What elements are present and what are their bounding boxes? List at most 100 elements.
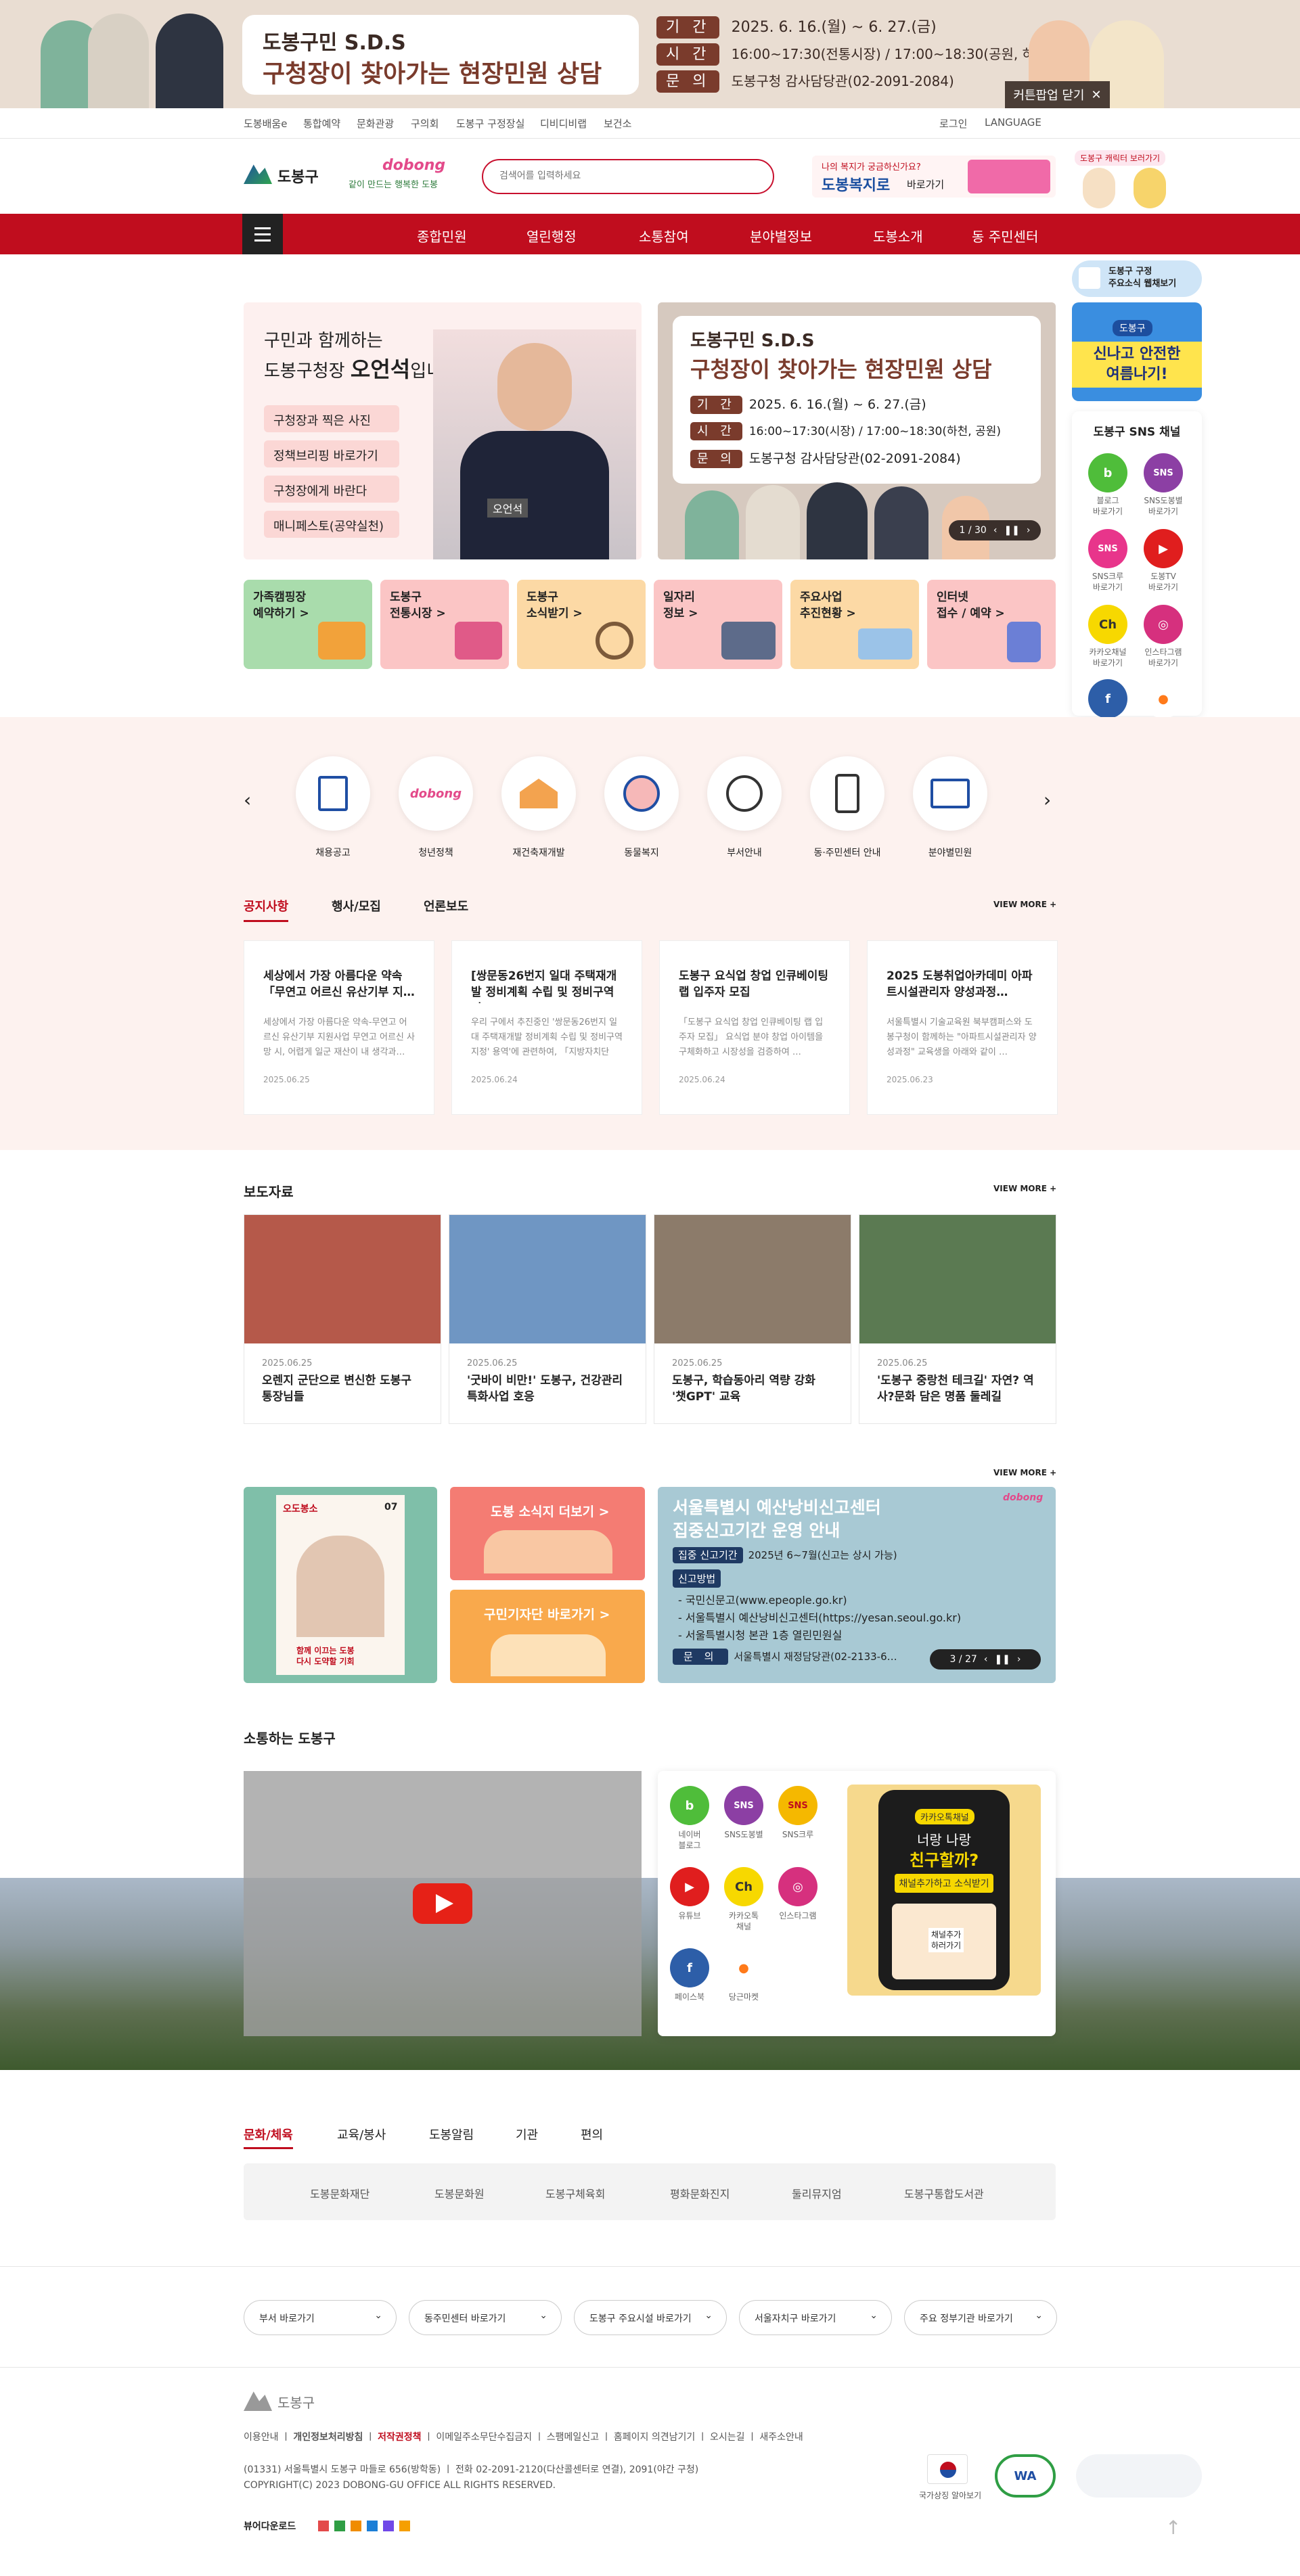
circle-item-4[interactable] (707, 756, 782, 831)
mayor-link-photos[interactable]: 구청장과 찍은 사진 (264, 405, 399, 432)
pause-icon[interactable]: ❚❚ (994, 1654, 1010, 1665)
nav-item-1[interactable]: 열린행정 (526, 226, 577, 246)
blog-icon[interactable]: b (1088, 453, 1127, 492)
footer-link[interactable]: 이용안내 (244, 2432, 279, 2443)
cat-item[interactable]: 평화문화진지 (670, 2185, 730, 2201)
cat-tab-notice[interactable]: 도봉알림 (429, 2125, 474, 2143)
nav-item-3[interactable]: 분야별정보 (750, 226, 812, 246)
logo-icon[interactable] (244, 164, 272, 184)
prev-icon[interactable]: ‹ (993, 525, 998, 536)
select-community-center[interactable]: 동주민센터 바로가기 ⌄ (409, 2300, 562, 2335)
character-link[interactable]: 도봉구 캐릭터 보러가기 (1075, 150, 1166, 166)
nav-item-0[interactable]: 종합민원 (417, 226, 467, 246)
nav-item-5[interactable]: 동 주민센터 (972, 226, 1038, 246)
select-facilities[interactable]: 도봉구 주요시설 바로가기 ⌄ (574, 2300, 727, 2335)
ppt-viewer-icon[interactable] (351, 2521, 361, 2531)
notice-card[interactable]: [쌍문동26번지 일대 주택재개발 정비계획 수립 및 정비구역 지…우리 구에… (451, 940, 642, 1115)
main-slide[interactable]: 도봉구민 S.D.S 구청장이 찾아가는 현장민원 상담 기 간 2025. 6.… (658, 302, 1056, 559)
cat-item[interactable]: 도봉문화재단 (310, 2185, 369, 2201)
circle-item-3[interactable] (604, 756, 679, 831)
util-link-5[interactable]: 디비디비랩 (540, 116, 587, 131)
press-card[interactable]: 2025.06.25 오렌지 군단으로 변신한 도봉구 통장님들 (244, 1214, 441, 1424)
youtube-icon[interactable]: ▶ (1144, 529, 1183, 568)
quick-card-reservation[interactable]: 인터넷 접수 / 예약 > (927, 580, 1056, 669)
kakao-channel-icon[interactable]: Ch (724, 1867, 763, 1906)
next-icon[interactable]: › (1017, 1654, 1021, 1665)
budget-banner[interactable]: 서울특별시 예산낭비신고센터 집중신고기간 운영 안내 dobong 집중 신고… (658, 1487, 1056, 1683)
tab-events[interactable]: 행사/모집 (332, 897, 381, 915)
footer-link[interactable]: 스팸메일신고 (547, 2432, 599, 2443)
notice-card[interactable]: 도봉구 요식업 창업 인큐베이팅 랩 입주자 모집 「도봉구 요식업 창업 인큐베… (659, 940, 850, 1115)
language-select[interactable]: LANGUAGE (985, 116, 1041, 129)
circles-next-button[interactable]: › (1044, 789, 1051, 811)
facebook-icon[interactable]: f (670, 1948, 709, 1987)
cat-tab-culture[interactable]: 문화/체육 (244, 2125, 293, 2149)
cat-item[interactable]: 도봉문화원 (434, 2185, 485, 2201)
side-summer-banner[interactable]: 도봉구 신나고 안전한 여름나기! (1072, 302, 1202, 401)
select-seoul-districts[interactable]: 서울자치구 바로가기 ⌄ (739, 2300, 892, 2335)
search-input[interactable] (499, 160, 743, 191)
pdf-viewer-icon[interactable] (318, 2521, 329, 2531)
press-card[interactable]: 2025.06.25 '굿바이 비만!' 도봉구, 건강관리 특화사업 호응 (449, 1214, 646, 1424)
doc-viewer-icon[interactable] (367, 2521, 378, 2531)
karrot-icon[interactable]: ● (1144, 679, 1183, 718)
select-dept[interactable]: 부서 바로가기 ⌄ (244, 2300, 397, 2335)
instagram-icon[interactable]: ◎ (778, 1867, 817, 1906)
all-menu-button[interactable] (242, 214, 283, 254)
news-more-banner[interactable]: 도봉 소식지 더보기 > (450, 1487, 645, 1580)
character-mascot-icon[interactable] (1134, 168, 1166, 208)
xls-viewer-icon[interactable] (334, 2521, 345, 2531)
cat-tab-education[interactable]: 교육/봉사 (337, 2125, 386, 2143)
cat-item[interactable]: 도봉구체육회 (545, 2185, 605, 2201)
prev-icon[interactable]: ‹ (984, 1654, 988, 1665)
kakao-channel-ad[interactable]: 카카오톡채널 너랑 나랑 친구할까? 채널추가하고 소식받기 채널추가 하러가기 (847, 1785, 1041, 1996)
magazine-banner[interactable]: 오도봉소 07 함께 이끄는 도봉 다시 도약할 기회 (244, 1487, 437, 1683)
mayor-link-wish[interactable]: 구청장에게 바란다 (264, 476, 399, 503)
quick-card-projects[interactable]: 주요사업 추진현황 > (790, 580, 919, 669)
footer-link[interactable]: 홈페이지 의견남기기 (614, 2432, 695, 2443)
cat-item[interactable]: 둘리뮤지엄 (792, 2185, 842, 2201)
footer-link[interactable]: 저작권정책 (378, 2432, 421, 2443)
logo-text[interactable]: 도봉구 (277, 165, 319, 187)
notice-card[interactable]: 2025 도봉취업아카데미 아파트시설관리자 양성과정… 서울특별시 기술교육원 … (867, 940, 1058, 1115)
sns-crew-icon[interactable]: SNS (1088, 529, 1127, 568)
press-view-more[interactable]: VIEW MORE + (993, 1184, 1056, 1193)
search-box[interactable] (482, 159, 774, 194)
karrot-icon[interactable]: ● (724, 1948, 763, 1987)
instagram-icon[interactable]: ◎ (1144, 605, 1183, 644)
sns-crew-icon[interactable]: SNS (778, 1786, 817, 1825)
rss-icon[interactable] (399, 2521, 410, 2531)
circle-item-5[interactable] (810, 756, 884, 831)
mayor-link-manifesto[interactable]: 매니페스토(공약실천) (264, 511, 399, 538)
reporter-banner[interactable]: 구민기자단 바로가기 > (450, 1590, 645, 1683)
quick-card-market[interactable]: 도봉구 전통시장 > (380, 580, 509, 669)
circle-item-6[interactable] (913, 756, 987, 831)
util-link-6[interactable]: 보건소 (604, 116, 631, 131)
circles-prev-button[interactable]: ‹ (244, 789, 251, 811)
korea-flag-icon[interactable] (927, 2454, 968, 2484)
quick-card-jobs[interactable]: 일자리 정보 > (654, 580, 782, 669)
footer-link[interactable]: 새주소안내 (759, 2432, 803, 2443)
cat-item[interactable]: 도봉구통합도서관 (904, 2185, 984, 2201)
notice-view-more[interactable]: VIEW MORE + (993, 900, 1056, 909)
banner-view-more[interactable]: VIEW MORE + (993, 1468, 1056, 1477)
util-link-3[interactable]: 구의회 (411, 116, 439, 131)
login-link[interactable]: 로그인 (939, 116, 967, 131)
budget-pager[interactable]: 3 / 27 ‹ ❚❚ › (930, 1649, 1041, 1670)
tab-press[interactable]: 언론보도 (424, 897, 468, 915)
press-card[interactable]: 2025.06.25 '도봉구 중랑천 테크길' 자연? 역사?문화 담은 명품 … (859, 1214, 1056, 1424)
video-player[interactable] (244, 1771, 642, 2036)
notice-card[interactable]: 세상에서 가장 아름다운 약속 「무연고 어르신 유산기부 지… 세상에서 가장 … (244, 940, 434, 1115)
circle-item-2[interactable] (501, 756, 576, 831)
quick-card-camping[interactable]: 가족캠핑장 예약하기 > (244, 580, 372, 669)
facebook-icon[interactable]: f (1088, 679, 1127, 718)
tab-notice[interactable]: 공지사항 (244, 897, 289, 922)
pause-icon[interactable]: ❚❚ (1004, 525, 1019, 536)
youtube-play-icon[interactable] (413, 1883, 472, 1924)
naver-blog-icon[interactable]: b (670, 1786, 709, 1825)
quick-card-news[interactable]: 도봉구 소식받기 > (517, 580, 646, 669)
circle-item-0[interactable] (296, 756, 370, 831)
hwp-viewer-icon[interactable] (383, 2521, 394, 2531)
mayor-link-briefing[interactable]: 정책브리핑 바로가기 (264, 440, 399, 467)
slide-pager[interactable]: 1 / 30 ‹ ❚❚ › (949, 520, 1041, 540)
